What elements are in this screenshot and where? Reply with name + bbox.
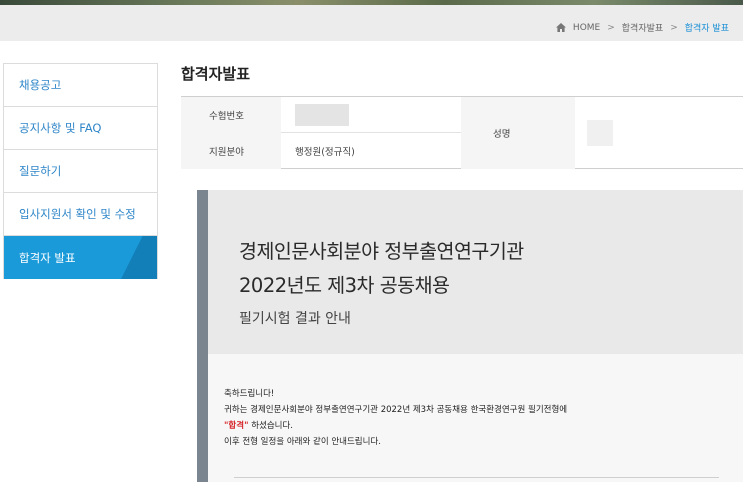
sidebar: 채용공고 공지사항 및 FAQ 질문하기 입사지원서 확인 및 수정 합격자 발… <box>3 63 158 279</box>
notice-body-line1: 귀하는 경제인문사회분야 정부출연연구기관 2022년 제3차 공동채용 한국환… <box>224 405 568 415</box>
sidebar-item-label: 합격자 발표 <box>19 250 76 265</box>
notice-body-line2: "합격" 하셨습니다. <box>224 418 567 434</box>
sidebar-item-notice-faq[interactable]: 공지사항 및 FAQ <box>4 107 157 150</box>
notice-title-line1: 경제인문사회분야 정부출연연구기관 <box>239 240 524 263</box>
name-value <box>575 97 743 169</box>
exam-number-label: 수험번호 <box>181 97 281 133</box>
sidebar-item-results[interactable]: 합격자 발표 <box>4 236 157 279</box>
page-title: 합격자발표 <box>181 65 251 83</box>
field-label: 지원분야 <box>181 133 281 169</box>
sidebar-item-label: 질문하기 <box>19 164 62 178</box>
pass-suffix: 하셨습니다. <box>248 421 294 431</box>
name-label: 성명 <box>461 97 575 169</box>
breadcrumb-item-results[interactable]: 합격자발표 <box>622 21 663 34</box>
breadcrumb-separator: > <box>670 22 678 33</box>
sidebar-item-label: 채용공고 <box>19 78 62 92</box>
breadcrumb-separator: > <box>607 22 615 33</box>
field-value: 행정원(정규직) <box>295 147 355 158</box>
masked-name <box>587 120 613 146</box>
result-notice: 경제인문사회분야 정부출연연구기관 2022년도 제3차 공동채용 필기시험 결… <box>197 190 743 482</box>
sidebar-item-label: 공지사항 및 FAQ <box>19 121 102 135</box>
sidebar-item-job-posting[interactable]: 채용공고 <box>4 64 157 107</box>
breadcrumb-bar: HOME > 합격자발표 > 합격자 발표 <box>0 5 743 41</box>
sidebar-item-application-edit[interactable]: 입사지원서 확인 및 수정 <box>4 193 157 236</box>
applicant-info-table: 수험번호 지원분야 행정원(정규직) 성명 <box>181 96 743 169</box>
notice-body-line3: 이후 전형 일정을 아래와 같이 안내드립니다. <box>224 437 381 447</box>
notice-congrats: 축하드립니다! <box>224 389 275 399</box>
exam-number-value <box>281 97 349 133</box>
sidebar-item-questions[interactable]: 질문하기 <box>4 150 157 193</box>
breadcrumb-home-link[interactable]: HOME <box>573 23 600 33</box>
breadcrumb-current: 합격자 발표 <box>684 24 729 34</box>
divider <box>234 477 719 478</box>
breadcrumb: HOME > 합격자발표 > 합격자 발표 <box>555 21 729 34</box>
notice-body: 축하드립니다! 귀하는 경제인문사회분야 정부출연연구기관 2022년 제3차 … <box>224 386 567 450</box>
pass-label: "합격" <box>224 421 249 431</box>
active-indicator <box>121 236 157 279</box>
notice-title-line2: 2022년도 제3차 공동채용 <box>239 274 450 297</box>
sidebar-item-label: 입사지원서 확인 및 수정 <box>19 207 136 221</box>
home-icon <box>555 23 566 32</box>
table-row: 수험번호 <box>181 97 461 133</box>
notice-subtitle: 필기시험 결과 안내 <box>239 311 351 327</box>
masked-exam-number <box>295 104 349 126</box>
notice-accent-bar <box>197 190 208 482</box>
